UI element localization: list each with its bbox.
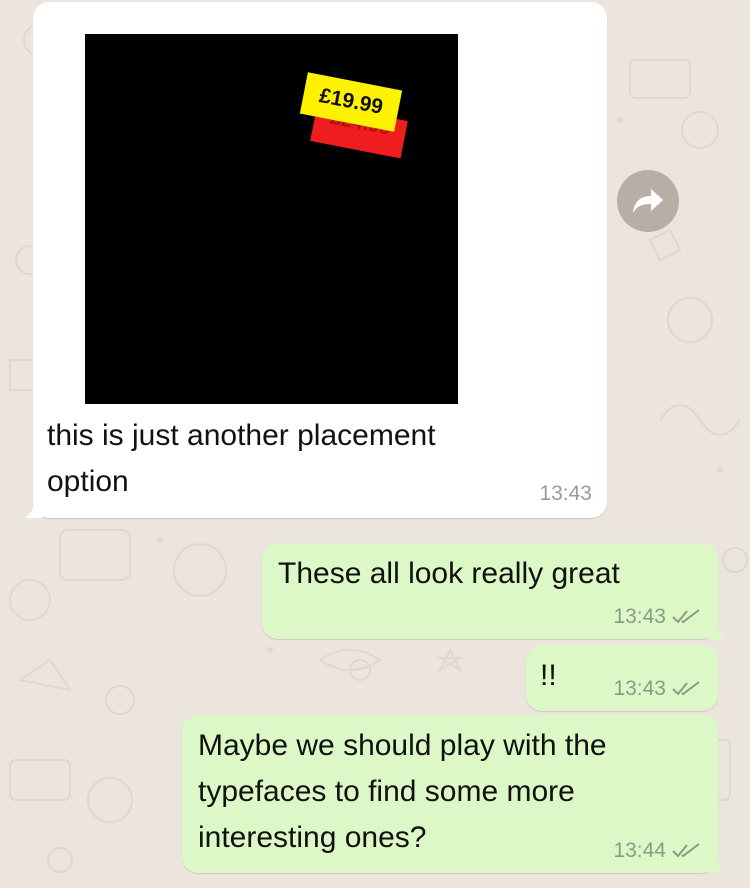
message-meta: 13:43: [539, 482, 592, 506]
bubble-tail-out: [709, 621, 727, 639]
message-meta: 13:44: [613, 839, 700, 863]
bubble-tail-out: [709, 855, 727, 873]
double-check-icon: [672, 609, 700, 624]
caption-line: option: [47, 465, 129, 498]
message-meta: 13:43: [613, 605, 700, 629]
message-time: 13:43: [613, 677, 666, 700]
message-time: 13:44: [613, 839, 666, 862]
message-caption: this is just another placement option: [47, 413, 436, 505]
bubble-tail-in: [24, 500, 42, 518]
message-text: !!: [540, 659, 557, 692]
message-text: These all look really great: [278, 557, 620, 590]
caption-line: this is just another placement: [47, 419, 436, 452]
message-image-frame[interactable]: £24.99 £19.99: [37, 6, 603, 404]
double-check-icon: [672, 843, 700, 858]
message-bubble-outgoing[interactable]: Maybe we should play with the typefaces …: [182, 715, 727, 873]
message-meta: 13:43: [613, 677, 700, 701]
price-new-text: £19.99: [317, 84, 385, 119]
double-check-icon: [672, 681, 700, 696]
message-text: Maybe we should play with the typefaces …: [198, 723, 607, 861]
message-time: 13:43: [539, 482, 592, 505]
forward-button[interactable]: [617, 170, 679, 232]
message-bubble-outgoing[interactable]: !! 13:43: [526, 645, 718, 711]
message-line: interesting ones?: [198, 821, 427, 854]
message-line: typefaces to find some more: [198, 775, 575, 808]
message-bubble-outgoing[interactable]: These all look really great 13:43: [262, 543, 727, 639]
forward-icon: [633, 189, 663, 213]
message-image[interactable]: £24.99 £19.99: [85, 34, 458, 404]
message-time: 13:43: [613, 605, 666, 628]
message-bubble-incoming-image[interactable]: £24.99 £19.99 this is just another place…: [24, 2, 607, 518]
message-line: Maybe we should play with the: [198, 729, 607, 762]
